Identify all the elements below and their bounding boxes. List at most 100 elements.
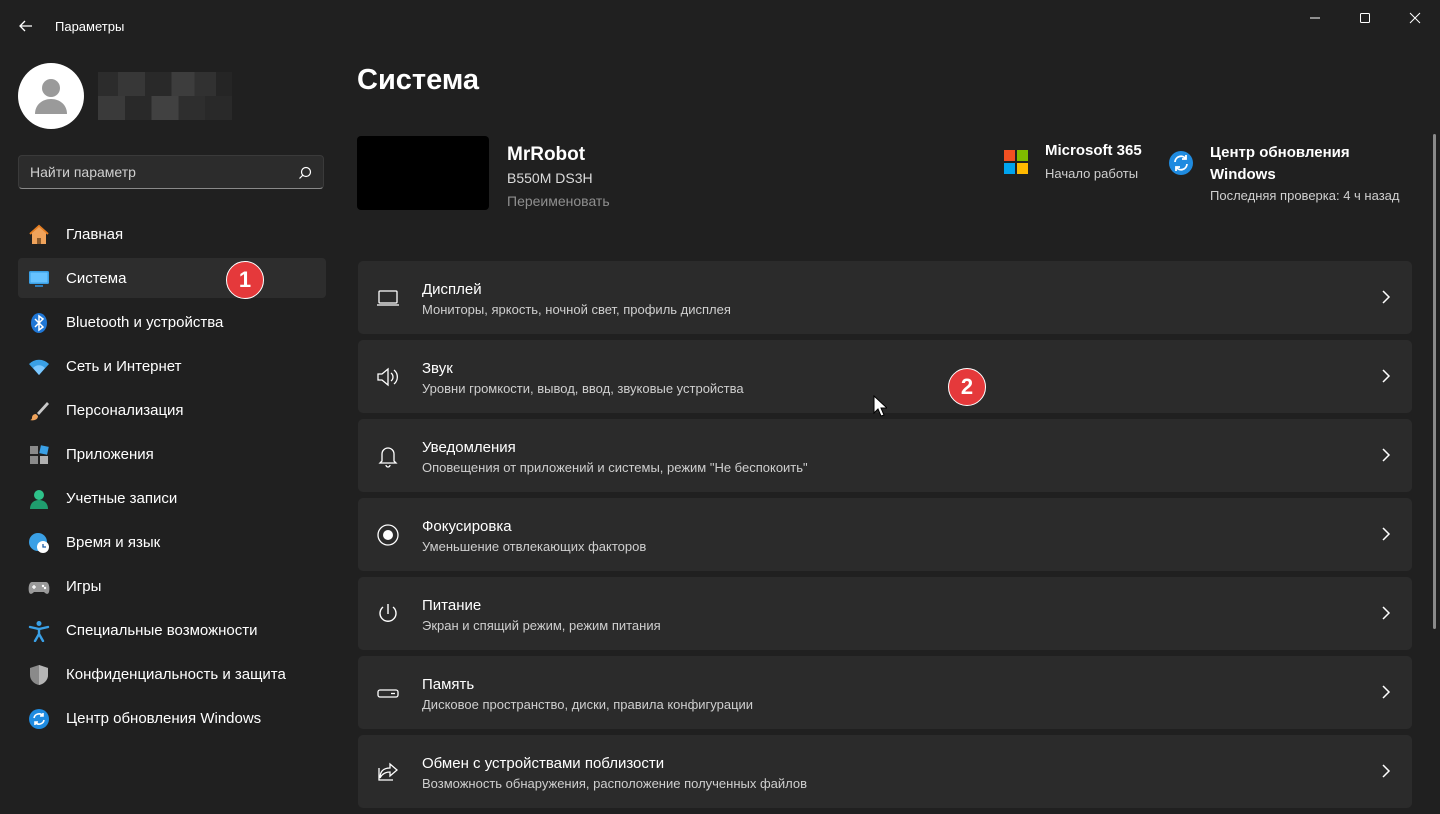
brush-icon [28, 400, 50, 422]
sidebar-item-label: Конфиденциальность и защита [66, 666, 286, 683]
sidebar-item-label: Главная [66, 226, 124, 243]
sidebar-item-network[interactable]: Сеть и Интернет [18, 346, 326, 386]
update-icon [1169, 151, 1193, 175]
back-button[interactable] [12, 12, 40, 40]
apps-icon [28, 444, 50, 466]
sidebar-item-bluetooth[interactable]: Bluetooth и устройства [18, 302, 326, 342]
microsoft-365-title: Microsoft 365 [1045, 142, 1142, 159]
card-notifications[interactable]: Уведомления Оповещения от приложений и с… [358, 419, 1412, 492]
chevron-right-icon [1382, 448, 1391, 462]
sidebar-item-label: Игры [66, 578, 102, 595]
sidebar-item-label: Центр обновления Windows [66, 710, 262, 727]
card-subtitle: Дисковое пространство, диски, правила ко… [422, 697, 754, 712]
sidebar-item-label: Сеть и Интернет [66, 358, 182, 375]
card-power[interactable]: Питание Экран и спящий режим, режим пита… [358, 577, 1412, 650]
sidebar-item-windows-update[interactable]: Центр обновления Windows [18, 698, 326, 738]
chevron-right-icon [1382, 764, 1391, 778]
card-title: Питание [422, 597, 482, 614]
card-title: Обмен с устройствами поблизости [422, 755, 665, 772]
sidebar-item-label: Время и язык [66, 534, 161, 551]
sidebar-item-label: Bluetooth и устройства [66, 314, 224, 331]
gamepad-icon [28, 576, 50, 598]
arrow-left-icon [19, 20, 32, 32]
device-model: B550M DS3H [507, 170, 593, 186]
sidebar-item-home[interactable]: Главная [18, 214, 326, 254]
update-icon [28, 708, 50, 730]
card-display[interactable]: Дисплей Мониторы, яркость, ночной свет, … [358, 261, 1412, 334]
sidebar-item-personalization[interactable]: Персонализация [18, 390, 326, 430]
microsoft-365-subtitle: Начало работы [1045, 166, 1139, 181]
device-thumbnail [357, 136, 489, 210]
speaker-icon [376, 365, 400, 389]
user-profile[interactable] [18, 62, 318, 130]
sidebar-item-accessibility[interactable]: Специальные возможности [18, 610, 326, 650]
card-subtitle: Возможность обнаружения, расположение по… [422, 776, 808, 791]
sidebar-item-label: Персонализация [66, 402, 184, 419]
chevron-right-icon [1382, 369, 1391, 383]
maximize-icon [1360, 13, 1370, 23]
sidebar-item-privacy[interactable]: Конфиденциальность и защита [18, 654, 326, 694]
bell-icon [376, 444, 400, 468]
app-title: Параметры [55, 19, 125, 34]
scrollbar[interactable] [1433, 134, 1436, 629]
sidebar-item-label: Система [66, 270, 127, 287]
search-icon[interactable] [297, 165, 313, 181]
annotation-badge-2: 2 [948, 368, 986, 406]
microsoft-logo-icon [1004, 150, 1028, 174]
home-icon [28, 224, 50, 246]
chevron-right-icon [1382, 685, 1391, 699]
wifi-icon [28, 356, 50, 378]
chevron-right-icon [1382, 527, 1391, 541]
mouse-cursor-icon [873, 395, 887, 417]
chevron-right-icon [1382, 606, 1391, 620]
minimize-icon [1310, 17, 1320, 19]
rename-link[interactable]: Переименовать [507, 193, 610, 209]
title-bar: Параметры [0, 0, 1440, 54]
power-icon [376, 602, 400, 626]
globe-clock-icon [28, 532, 50, 554]
windows-update-subtitle: Последняя проверка: 4 ч назад [1210, 188, 1400, 203]
card-title: Память [422, 676, 475, 693]
sidebar-item-time-language[interactable]: Время и язык [18, 522, 326, 562]
sidebar-item-label: Специальные возможности [66, 622, 258, 639]
close-button[interactable] [1390, 0, 1440, 36]
card-focus[interactable]: Фокусировка Уменьшение отвлекающих факто… [358, 498, 1412, 571]
focus-icon [376, 523, 400, 547]
sidebar-item-apps[interactable]: Приложения [18, 434, 326, 474]
user-icon [35, 79, 67, 114]
card-title: Дисплей [422, 281, 482, 298]
settings-cards: Дисплей Мониторы, яркость, ночной свет, … [358, 261, 1412, 814]
card-subtitle: Уменьшение отвлекающих факторов [422, 539, 647, 554]
annotation-badge-1: 1 [226, 261, 264, 299]
sidebar-item-accounts[interactable]: Учетные записи [18, 478, 326, 518]
device-name: MrRobot [507, 144, 586, 165]
card-subtitle: Уровни громкости, вывод, ввод, звуковые … [422, 381, 744, 396]
card-title: Звук [422, 360, 453, 377]
card-nearby-sharing[interactable]: Обмен с устройствами поблизости Возможно… [358, 735, 1412, 808]
search-box[interactable] [18, 155, 324, 189]
sidebar-item-system[interactable]: Система [18, 258, 326, 298]
sidebar-item-label: Учетные записи [66, 490, 178, 507]
search-input[interactable] [19, 156, 289, 188]
page-title: Система [357, 64, 480, 96]
accessibility-icon [28, 620, 50, 642]
shield-icon [28, 664, 50, 686]
close-icon [1409, 12, 1421, 24]
windows-update-title: Центр обновления Windows [1210, 144, 1350, 183]
blurred-username [98, 72, 232, 120]
storage-icon [376, 681, 400, 705]
card-subtitle: Экран и спящий режим, режим питания [422, 618, 661, 633]
maximize-button[interactable] [1340, 0, 1390, 36]
sidebar-item-label: Приложения [66, 446, 154, 463]
share-icon [376, 760, 400, 784]
chevron-right-icon [1382, 290, 1391, 304]
bluetooth-icon [28, 312, 50, 334]
card-subtitle: Оповещения от приложений и системы, режи… [422, 460, 808, 475]
account-icon [28, 488, 50, 510]
card-title: Фокусировка [422, 518, 512, 535]
card-storage[interactable]: Память Дисковое пространство, диски, пра… [358, 656, 1412, 729]
card-title: Уведомления [422, 439, 516, 456]
sidebar-item-gaming[interactable]: Игры [18, 566, 326, 606]
minimize-button[interactable] [1290, 0, 1340, 36]
sidebar-nav: Главная Система Bluetooth и устройства С… [18, 214, 326, 742]
